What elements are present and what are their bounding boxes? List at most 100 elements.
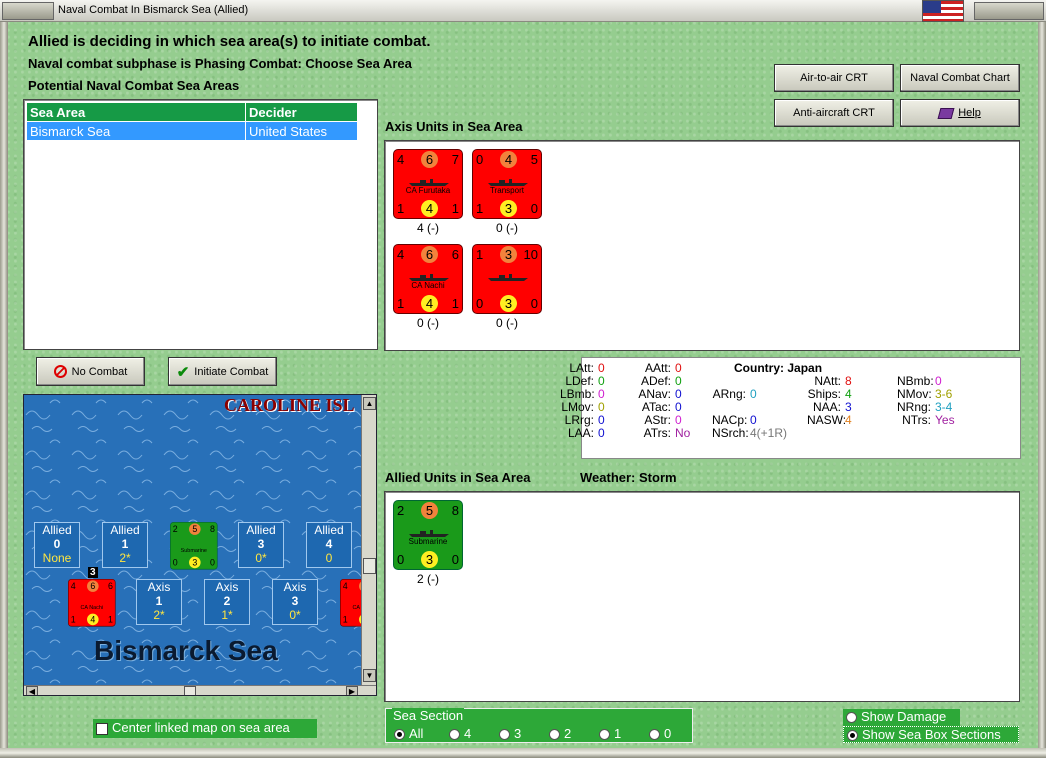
axis-sea-box[interactable]: Axis 2 1* <box>204 579 250 625</box>
allied-sea-box[interactable]: Allied 4 0 <box>306 522 352 568</box>
move-value: 10 <box>523 247 538 262</box>
sea-area-table: Sea Area Decider Bismarck Sea United Sta… <box>26 102 358 141</box>
help-button[interactable]: Help <box>900 99 1020 127</box>
show-damage-radio[interactable]: Show Damage <box>843 709 960 726</box>
range-value: 5 <box>189 523 201 535</box>
stat-value: 8 <box>845 374 852 388</box>
sea-box-side: Allied <box>314 523 344 537</box>
unit-name: CA Nachi <box>411 281 445 290</box>
unit-counter[interactable]: 1 3 10 0 3 0 <box>472 244 542 314</box>
scroll-right-arrow-icon[interactable]: ▶ <box>346 686 358 695</box>
sea-area-list[interactable]: Sea Area Decider Bismarck Sea United Sta… <box>23 99 378 350</box>
stat-value: 0 <box>598 400 605 414</box>
caroline-islands-label: CAROLINE ISL <box>224 395 355 415</box>
center-map-checkbox[interactable]: Center linked map on sea area <box>93 719 317 738</box>
sea-section-option[interactable]: 3 <box>499 726 549 741</box>
scroll-left-arrow-icon[interactable]: ◀ <box>26 686 38 695</box>
stat-value: 0 <box>675 361 682 375</box>
aa-value: 0 <box>451 552 459 567</box>
country-label: Country: Japan <box>734 361 822 375</box>
window-title: Naval Combat In Bismarck Sea (Allied) <box>58 4 249 16</box>
allied-sea-box[interactable]: Allied 0 None <box>34 522 80 568</box>
anti-aircraft-crt-button[interactable]: Anti-aircraft CRT <box>774 99 894 127</box>
table-row[interactable]: Bismarck Sea United States <box>26 121 358 141</box>
unit-stats-panel: LAtt: 0 LDef: 0 LBmb: 0 LMov: 0 LRrg: 0 LAA: 0 AAtt:… <box>560 357 1021 459</box>
sea-section-option[interactable]: 0 <box>649 726 699 741</box>
ship-silhouette-icon <box>487 174 529 186</box>
map-unit-counter[interactable]: 466141CA Nachi <box>68 579 116 627</box>
cell-sea-area: Bismarck Sea <box>26 121 246 141</box>
unit-counter[interactable]: 4 6 6 1 4 1 CA Nachi <box>393 244 463 314</box>
radio-dot[interactable] <box>599 729 610 741</box>
horizontal-scroll-thumb[interactable] <box>184 686 196 695</box>
system-menu-button[interactable] <box>2 2 54 20</box>
radio-dot[interactable] <box>549 729 560 741</box>
horizontal-scrollbar[interactable]: ◀ ▶ <box>24 685 376 695</box>
window: Naval Combat In Bismarck Sea (Allied) Al… <box>0 0 1046 758</box>
stat-key: ATac: <box>641 400 671 414</box>
sea-box-val: 0* <box>255 551 267 565</box>
sea-section-option[interactable]: All <box>394 726 449 741</box>
stat-key: NAtt: <box>814 374 841 388</box>
sea-box-val: 0 <box>325 551 333 565</box>
radio-dot[interactable] <box>649 729 660 741</box>
sea-box-num: 1 <box>121 537 129 551</box>
show-damage-radio-dot[interactable] <box>846 712 857 724</box>
move-value: 8 <box>451 503 459 518</box>
sea-map[interactable]: CAROLINE ISL Allied 0 None Allied 1 2* Allied 3… <box>23 394 377 696</box>
defense-value: 1 <box>70 614 76 625</box>
map-unit-counter[interactable]: 2 5 8 0 3 0 Submarine <box>170 522 218 570</box>
attack-value: 2 <box>397 503 405 518</box>
attack-value: 2 <box>172 524 178 535</box>
naval-combat-chart-button[interactable]: Naval Combat Chart <box>900 64 1020 92</box>
axis-sea-box[interactable]: Axis 3 0* <box>272 579 318 625</box>
weather-value: Storm <box>639 470 677 485</box>
sea-box-side: Axis <box>147 580 171 594</box>
unit-counter[interactable]: 0 4 5 1 3 0 Transport <box>472 149 542 219</box>
show-sections-radio-dot[interactable] <box>847 730 858 742</box>
sea-box-num: 1 <box>155 594 163 608</box>
sea-box-side: Allied <box>110 523 140 537</box>
stat-value: 0 <box>598 361 605 375</box>
vertical-scroll-thumb[interactable] <box>363 558 376 574</box>
show-sea-box-sections-radio[interactable]: Show Sea Box Sections <box>843 726 1019 743</box>
sea-section-option[interactable]: 1 <box>599 726 649 741</box>
move-value: 8 <box>209 524 215 535</box>
radio-dot[interactable] <box>449 729 460 741</box>
initiate-combat-button[interactable]: ✔ Initiate Combat <box>168 357 277 386</box>
col-sea-area[interactable]: Sea Area <box>26 102 246 122</box>
stack-count-badge: 3 <box>88 567 98 578</box>
unit-counter[interactable]: 2 5 8 0 3 0 Submarine <box>393 500 463 570</box>
strength-value: 4 <box>421 200 438 217</box>
sea-section-option[interactable]: 2 <box>549 726 599 741</box>
unit-caption: 2 (-) <box>417 572 439 586</box>
checkbox-box[interactable] <box>96 722 108 735</box>
defense-value: 1 <box>397 296 405 311</box>
col-decider[interactable]: Decider <box>245 102 358 122</box>
allied-sea-box[interactable]: Allied 1 2* <box>102 522 148 568</box>
radio-dot[interactable] <box>394 729 405 741</box>
no-combat-label: No Combat <box>71 365 128 378</box>
unit-name: CA Furutaka <box>405 186 451 195</box>
window-controls[interactable] <box>974 2 1044 20</box>
strength-value: 3 <box>189 556 201 569</box>
aa-value: 0 <box>530 296 538 311</box>
stat-value: 0 <box>675 400 682 414</box>
allied-sea-box[interactable]: Allied 3 0* <box>238 522 284 568</box>
sea-box-val: 1* <box>221 608 233 622</box>
defense-value: 1 <box>397 201 405 216</box>
sea-section-option[interactable]: 4 <box>449 726 499 741</box>
country-value: Japan <box>787 361 823 375</box>
scroll-up-arrow-icon[interactable]: ▲ <box>363 397 376 410</box>
axis-sea-box[interactable]: Axis 1 2* <box>136 579 182 625</box>
no-combat-button[interactable]: No Combat <box>36 357 145 386</box>
stat-key: ATrs: <box>643 426 671 440</box>
vertical-scrollbar[interactable]: ▲ ▼ <box>361 395 376 685</box>
option-label: 3 <box>514 726 522 741</box>
ship-silhouette-icon <box>408 269 450 281</box>
unit-counter[interactable]: 4 6 7 1 4 1 CA Furutaka <box>393 149 463 219</box>
scroll-down-arrow-icon[interactable]: ▼ <box>363 669 376 682</box>
attack-value: 4 <box>342 581 348 592</box>
air-to-air-crt-button[interactable]: Air-to-air CRT <box>774 64 894 92</box>
radio-dot[interactable] <box>499 729 510 741</box>
